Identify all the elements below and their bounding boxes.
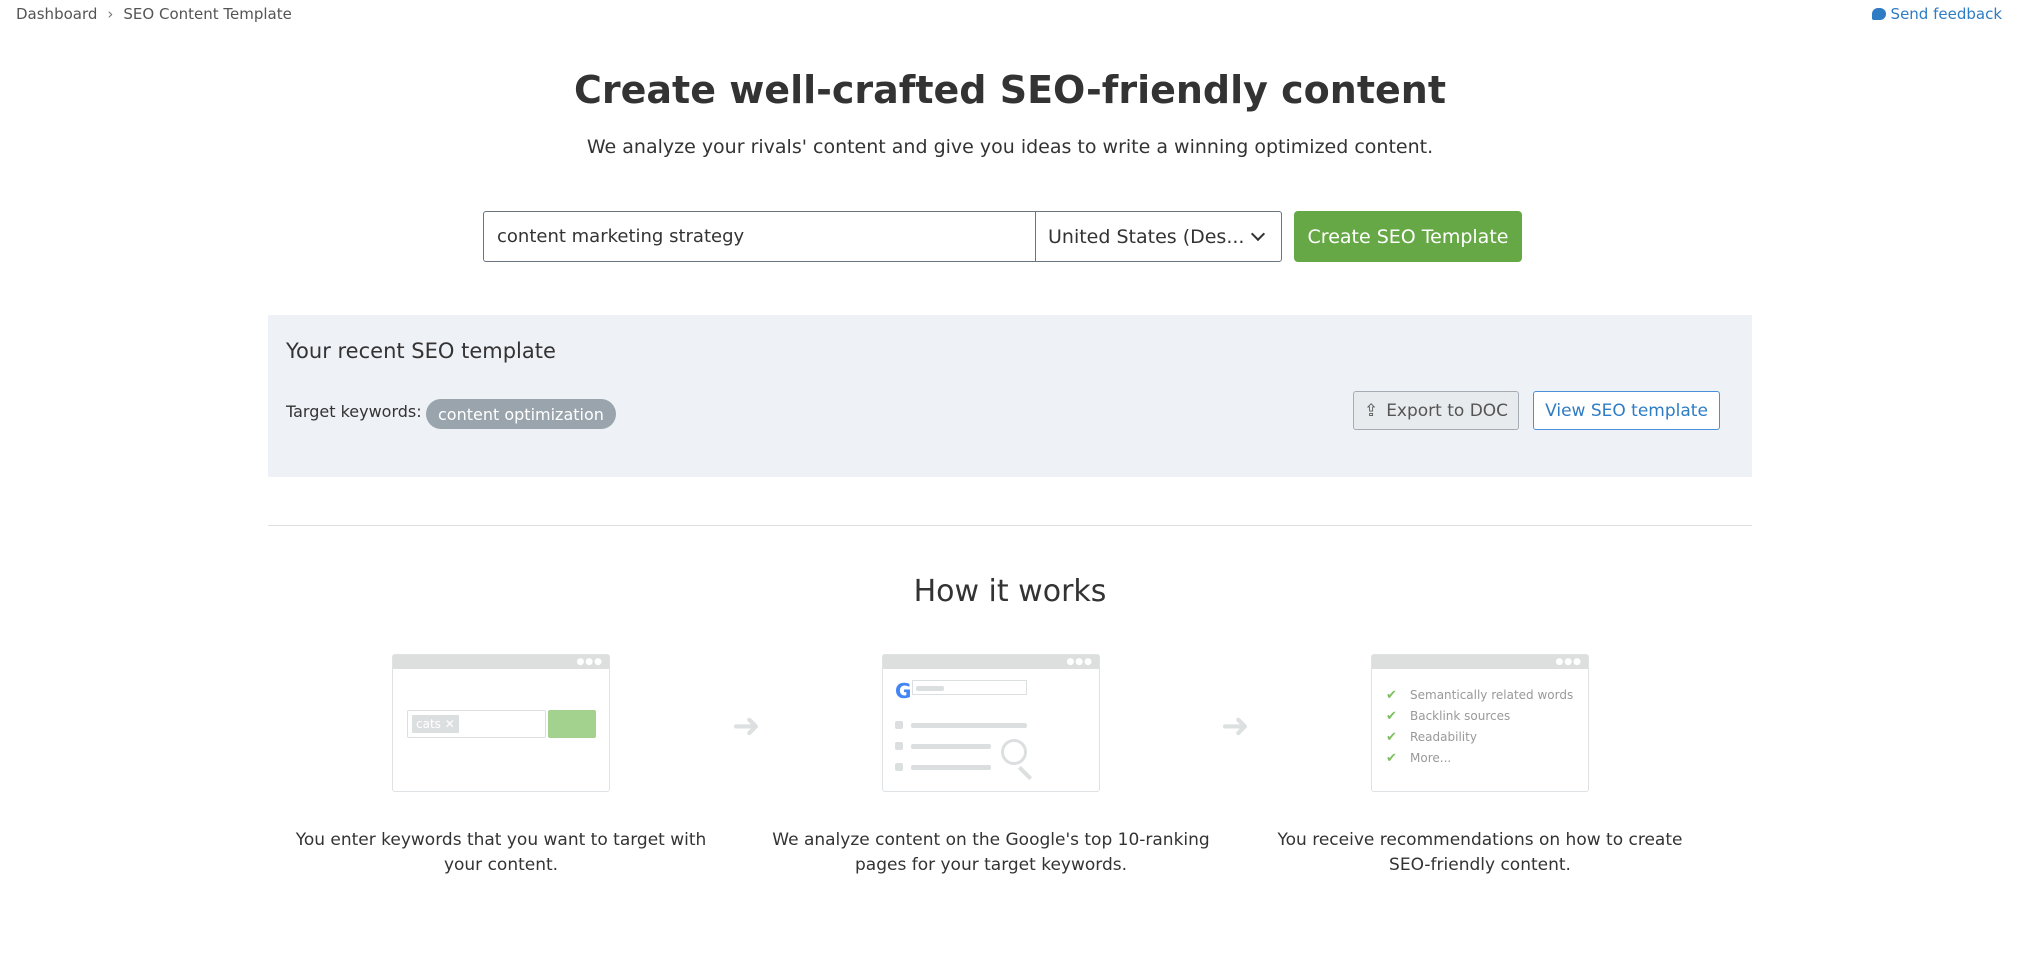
feature-item: Readability <box>1410 730 1477 744</box>
location-select[interactable]: United States (Des... <box>1035 211 1282 262</box>
export-label: Export to DOC <box>1386 400 1509 421</box>
step1-illustration: ●●● cats ✕ <box>392 654 610 792</box>
recent-template-title: Your recent SEO template <box>286 339 556 363</box>
how-it-works-title: How it works <box>913 574 1107 609</box>
keyword-input[interactable] <box>483 211 1036 262</box>
magnifier-icon <box>1001 739 1027 765</box>
chevron-down-icon <box>1250 226 1266 241</box>
target-keywords-label: Target keywords: <box>286 402 422 421</box>
step1-caption: You enter keywords that you want to targ… <box>295 830 707 875</box>
breadcrumb-current: SEO Content Template <box>123 5 292 23</box>
check-icon: ✔ <box>1386 688 1397 703</box>
check-icon: ✔ <box>1386 709 1397 724</box>
step3-caption: You receive recommendations on how to cr… <box>1277 830 1683 875</box>
cats-chip: cats ✕ <box>412 715 459 733</box>
send-feedback-link[interactable]: Send feedback <box>1871 5 2002 23</box>
step2-illustration: ●●● G <box>882 654 1100 792</box>
arrow-right-icon: ➜ <box>1221 706 1250 746</box>
chat-bubble-icon <box>1871 8 1886 20</box>
feature-item: Semantically related words <box>1410 688 1574 702</box>
breadcrumb: Dashboard › SEO Content Template <box>16 5 292 23</box>
divider <box>268 525 1752 526</box>
export-to-doc-button[interactable]: ⇪ Export to DOC <box>1353 391 1519 430</box>
google-icon: G <box>895 679 912 703</box>
chevron-right-icon: › <box>107 5 114 23</box>
send-feedback-label: Send feedback <box>1890 5 2002 23</box>
page-subtitle: We analyze your rivals' content and give… <box>586 136 1434 158</box>
feature-item: Backlink sources <box>1410 709 1511 723</box>
keyword-chip: content optimization <box>426 399 616 429</box>
page-title: Create well-crafted SEO-friendly content <box>573 68 1446 112</box>
breadcrumb-dashboard[interactable]: Dashboard <box>16 5 97 23</box>
check-icon: ✔ <box>1386 751 1397 766</box>
create-seo-template-button[interactable]: Create SEO Template <box>1294 211 1522 262</box>
feature-item: More... <box>1410 751 1452 765</box>
step2-caption: We analyze content on the Google's top 1… <box>772 830 1210 875</box>
upload-icon: ⇪ <box>1363 400 1379 421</box>
location-value: United States (Des... <box>1048 225 1245 248</box>
arrow-right-icon: ➜ <box>732 706 761 746</box>
step3-illustration: ●●● ✔ Semantically related words ✔ Backlin… <box>1371 654 1589 792</box>
check-icon: ✔ <box>1386 730 1397 745</box>
view-seo-template-button[interactable]: View SEO template <box>1533 391 1720 430</box>
